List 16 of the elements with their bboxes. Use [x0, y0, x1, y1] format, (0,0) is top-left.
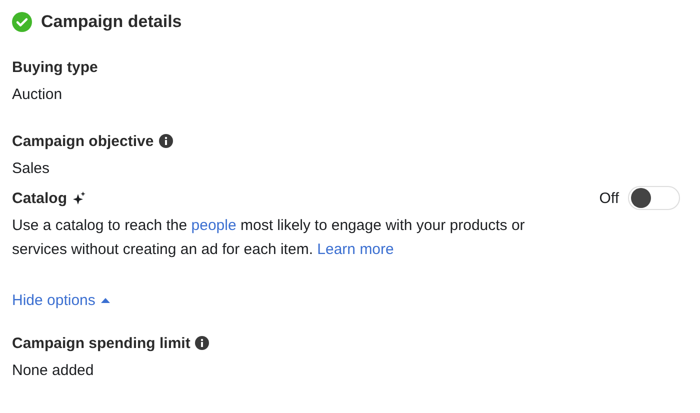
field-label: Campaign objective: [12, 132, 154, 150]
text-link[interactable]: people: [191, 217, 236, 234]
field-label: Campaign spending limit: [12, 334, 190, 352]
catalog-description: Use a catalog to reach the people most likely to engage with your products or services without creating an ad for each item. Learn more: [12, 216, 526, 260]
field-value: Auction: [12, 85, 64, 105]
sparkle-icon: [72, 191, 86, 205]
field-value: Sales: [12, 159, 51, 179]
section-title: Campaign details: [41, 12, 182, 32]
text-link[interactable]: Learn more: [317, 241, 394, 258]
caret-icon: [101, 298, 110, 303]
options-toggle-link[interactable]: Hide options: [12, 292, 110, 309]
field-value: None added: [12, 361, 95, 381]
toggle-label: Off: [599, 190, 619, 206]
toggle-switch[interactable]: [628, 186, 680, 210]
field-label: Catalog: [12, 190, 68, 206]
field-label: Buying type: [12, 58, 98, 76]
